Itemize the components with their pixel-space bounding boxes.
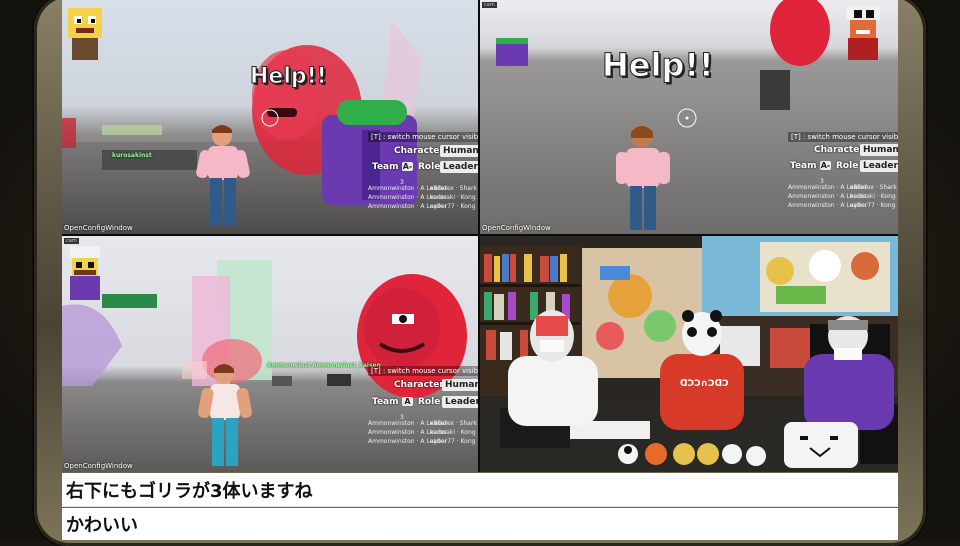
role-select[interactable]: Leader-: [440, 161, 478, 173]
help-speech-text: Help!!: [250, 64, 328, 90]
pixel-avatar-wario: [70, 246, 100, 300]
team-label: Team :: [790, 161, 824, 171]
character-select[interactable]: Human: [442, 379, 478, 391]
cursor-visibility-hint: [T] : switch mouse cursor visibility: [368, 366, 478, 376]
game-view-top-left: Help!! kurosakinst [T] : switch mouse cu…: [62, 0, 478, 234]
player-character: [198, 364, 252, 466]
game-view-top-right: Help!! cam [T] : switch mouse cursor vis…: [480, 0, 898, 234]
role-select[interactable]: Leader-: [860, 160, 898, 172]
nametag-1: Ammonwinst: [267, 362, 311, 369]
team-label: Team :: [372, 162, 406, 172]
team-select[interactable]: A: [402, 397, 413, 406]
team-select[interactable]: A-: [820, 161, 831, 170]
score-list-right: xBladex · Shark kurosaki · Kong ayber77 …: [430, 420, 477, 445]
team-label: Team :: [372, 397, 406, 407]
cursor-visibility-hint: [T] : switch mouse cursor visibility: [788, 132, 898, 142]
character-select[interactable]: Human-: [440, 145, 478, 157]
quad-view-screen: Help!! kurosakinst [T] : switch mouse cu…: [62, 0, 898, 472]
score-list-right: xBladex · Shark kurosaki · Kong ayber77 …: [430, 185, 477, 210]
camera-tag: cam: [482, 2, 497, 8]
help-speech-text: Help!!: [602, 46, 715, 85]
player-character-back: [616, 125, 670, 230]
chat-comment-2: かわいい: [62, 508, 898, 540]
pixel-avatar-red-helmet: [846, 6, 880, 60]
cursor-visibility-hint: [T] : switch mouse cursor visibility: [368, 132, 478, 142]
player-nametag: kurosakinst: [112, 152, 152, 159]
character-select[interactable]: Human-: [860, 144, 898, 156]
role-select[interactable]: Leader: [442, 396, 478, 408]
webcam-scene: ᗡƆƆ∩ƆᗡƆ: [480, 236, 898, 472]
score-list-right: xBladex · Shark kurosaki · Kong ayber77 …: [850, 184, 897, 209]
open-config-window-label[interactable]: OpenConfigWindow: [64, 224, 133, 232]
webcam-view: ᗡƆƆ∩ƆᗡƆ: [480, 236, 898, 472]
player-character: [196, 125, 250, 226]
open-config-window-label[interactable]: OpenConfigWindow: [64, 462, 133, 470]
chat-comment-1: 右下にもゴリラが3体いますね: [62, 473, 898, 507]
svg-text:ᗡƆƆ∩ƆᗡƆ: ᗡƆƆ∩ƆᗡƆ: [680, 379, 729, 389]
team-select[interactable]: A-: [402, 162, 413, 171]
open-config-window-label[interactable]: OpenConfigWindow: [482, 224, 551, 232]
game-view-bottom-left: cam Ammonwinst Ammonwinst_kaisen [T] : s…: [62, 236, 478, 472]
pixel-avatar-yellow: [68, 8, 102, 60]
